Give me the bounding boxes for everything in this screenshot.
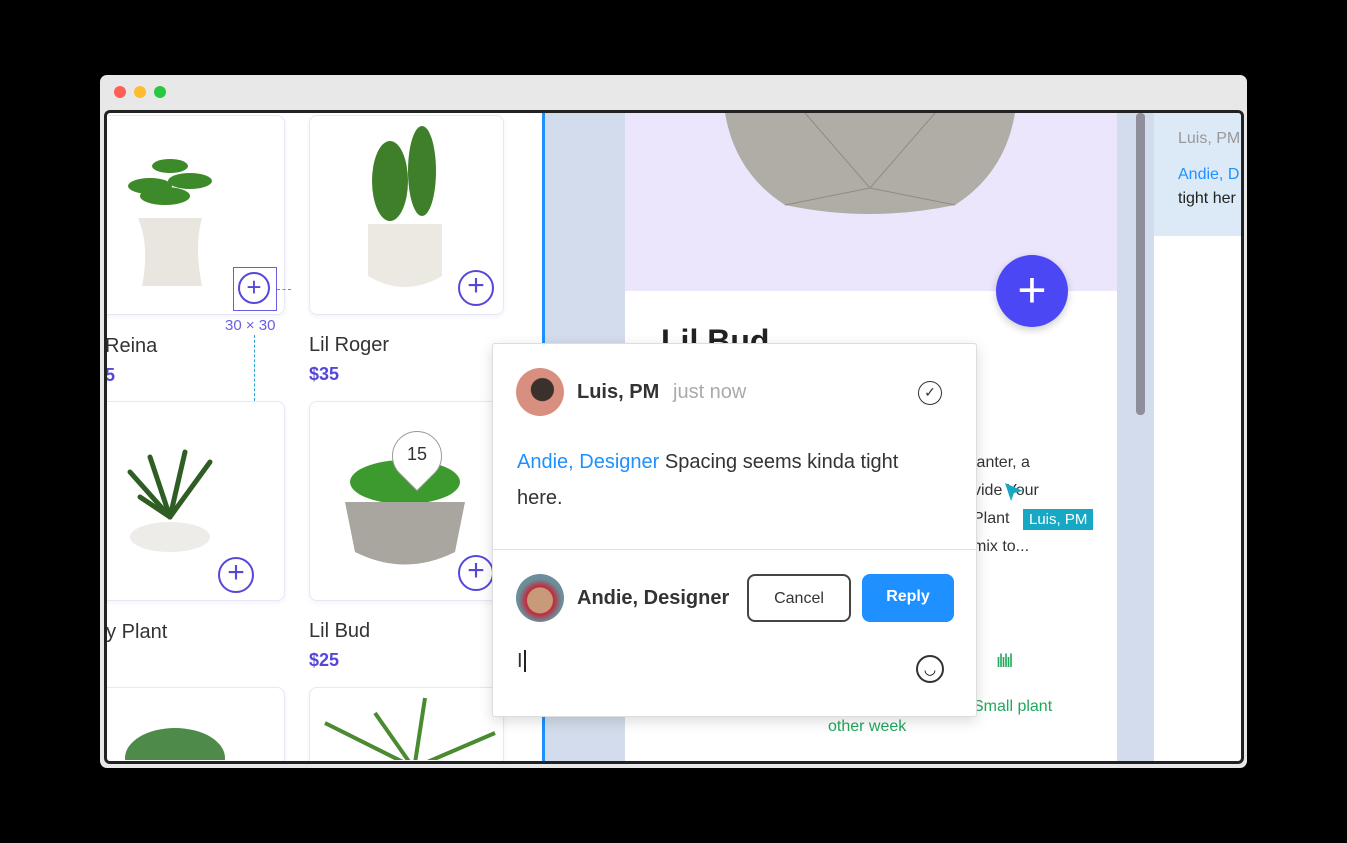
comment-pin-count: 15 bbox=[406, 444, 428, 464]
product-name: Lil Roger bbox=[309, 334, 390, 356]
product-card[interactable]: + bbox=[309, 401, 504, 601]
plant-image bbox=[368, 126, 442, 287]
product-card[interactable]: + bbox=[309, 115, 504, 315]
selection-box[interactable]: + bbox=[233, 267, 277, 311]
comment-body: Andie, Designer Spacing seems kinda tigh… bbox=[517, 444, 917, 516]
product-name: l Reina bbox=[105, 335, 158, 357]
desc-line: mix to... bbox=[973, 538, 1030, 555]
comment-author: Luis, PM bbox=[577, 381, 660, 403]
avatar bbox=[516, 574, 564, 622]
dimension-label: 30 × 30 bbox=[225, 317, 276, 334]
feature-label: other week bbox=[828, 718, 907, 735]
collaborator-cursor-label: Luis, PM bbox=[1023, 509, 1094, 530]
cancel-button[interactable]: Cancel bbox=[747, 574, 851, 622]
product-card[interactable] bbox=[107, 687, 285, 761]
reply-author: Andie, Designer bbox=[577, 587, 730, 609]
app-window: + l Reina 25 Lil Roger $35 + 30 × 30 + +… bbox=[100, 75, 1247, 768]
close-window-button[interactable] bbox=[114, 86, 126, 98]
plant-image bbox=[125, 728, 225, 760]
maximize-window-button[interactable] bbox=[154, 86, 166, 98]
avatar bbox=[516, 368, 564, 416]
canvas: + l Reina 25 Lil Roger $35 + 30 × 30 + +… bbox=[104, 110, 1244, 764]
product-name: Lil Bud bbox=[309, 620, 371, 642]
resolve-check-icon[interactable]: ✓ bbox=[918, 381, 942, 405]
reply-input-value: I bbox=[517, 650, 523, 672]
feature-label: Small plant bbox=[973, 698, 1053, 715]
plant-size-icon: ılılıl bbox=[996, 651, 1013, 671]
product-price: $35 bbox=[309, 364, 340, 384]
reply-button[interactable]: Reply bbox=[862, 574, 954, 622]
scrollbar[interactable] bbox=[1136, 113, 1145, 415]
reply-input[interactable]: I bbox=[517, 650, 897, 680]
product-name: ny Plant bbox=[106, 621, 168, 643]
title-bar bbox=[100, 75, 1247, 108]
add-to-cart-icon[interactable]: + bbox=[458, 270, 494, 306]
product-price: 25 bbox=[105, 365, 116, 385]
collaborator-cursor-icon bbox=[1005, 483, 1023, 501]
add-to-cart-icon[interactable]: + bbox=[218, 557, 254, 593]
plant-image bbox=[128, 159, 212, 286]
add-to-cart-icon[interactable]: + bbox=[458, 555, 494, 591]
product-price: 5 bbox=[104, 651, 105, 672]
comment-time: just now bbox=[673, 381, 747, 403]
add-to-cart-icon[interactable]: + bbox=[238, 272, 270, 304]
comment-author: Luis, PM bbox=[1178, 130, 1241, 147]
planter-image bbox=[725, 113, 1015, 214]
product-card[interactable] bbox=[309, 687, 504, 761]
desc-line: lanter, a bbox=[973, 454, 1030, 471]
comment-text: tight her bbox=[1178, 190, 1236, 207]
emoji-icon[interactable]: ◡ bbox=[916, 655, 944, 683]
comment-mention: Andie, D bbox=[1178, 166, 1240, 183]
plant-image bbox=[127, 449, 213, 552]
plant-image bbox=[324, 697, 496, 760]
divider bbox=[493, 549, 976, 550]
text-caret bbox=[523, 650, 532, 672]
spacing-guide bbox=[277, 289, 291, 290]
product-price: $25 bbox=[309, 650, 340, 670]
comment-thread-item[interactable]: Luis, PM Andie, D tight her bbox=[1154, 113, 1241, 236]
add-to-cart-button[interactable]: + bbox=[996, 255, 1068, 327]
spacing-guide bbox=[254, 335, 255, 401]
comment-mention[interactable]: Andie, Designer bbox=[517, 451, 659, 473]
detail-description: lanter, a vide Your Plant mix to... bbox=[973, 449, 1039, 561]
comment-popup: Luis, PM just now ✓ Andie, Designer Spac… bbox=[492, 343, 977, 717]
minimize-window-button[interactable] bbox=[134, 86, 146, 98]
product-card[interactable]: + bbox=[107, 401, 285, 601]
